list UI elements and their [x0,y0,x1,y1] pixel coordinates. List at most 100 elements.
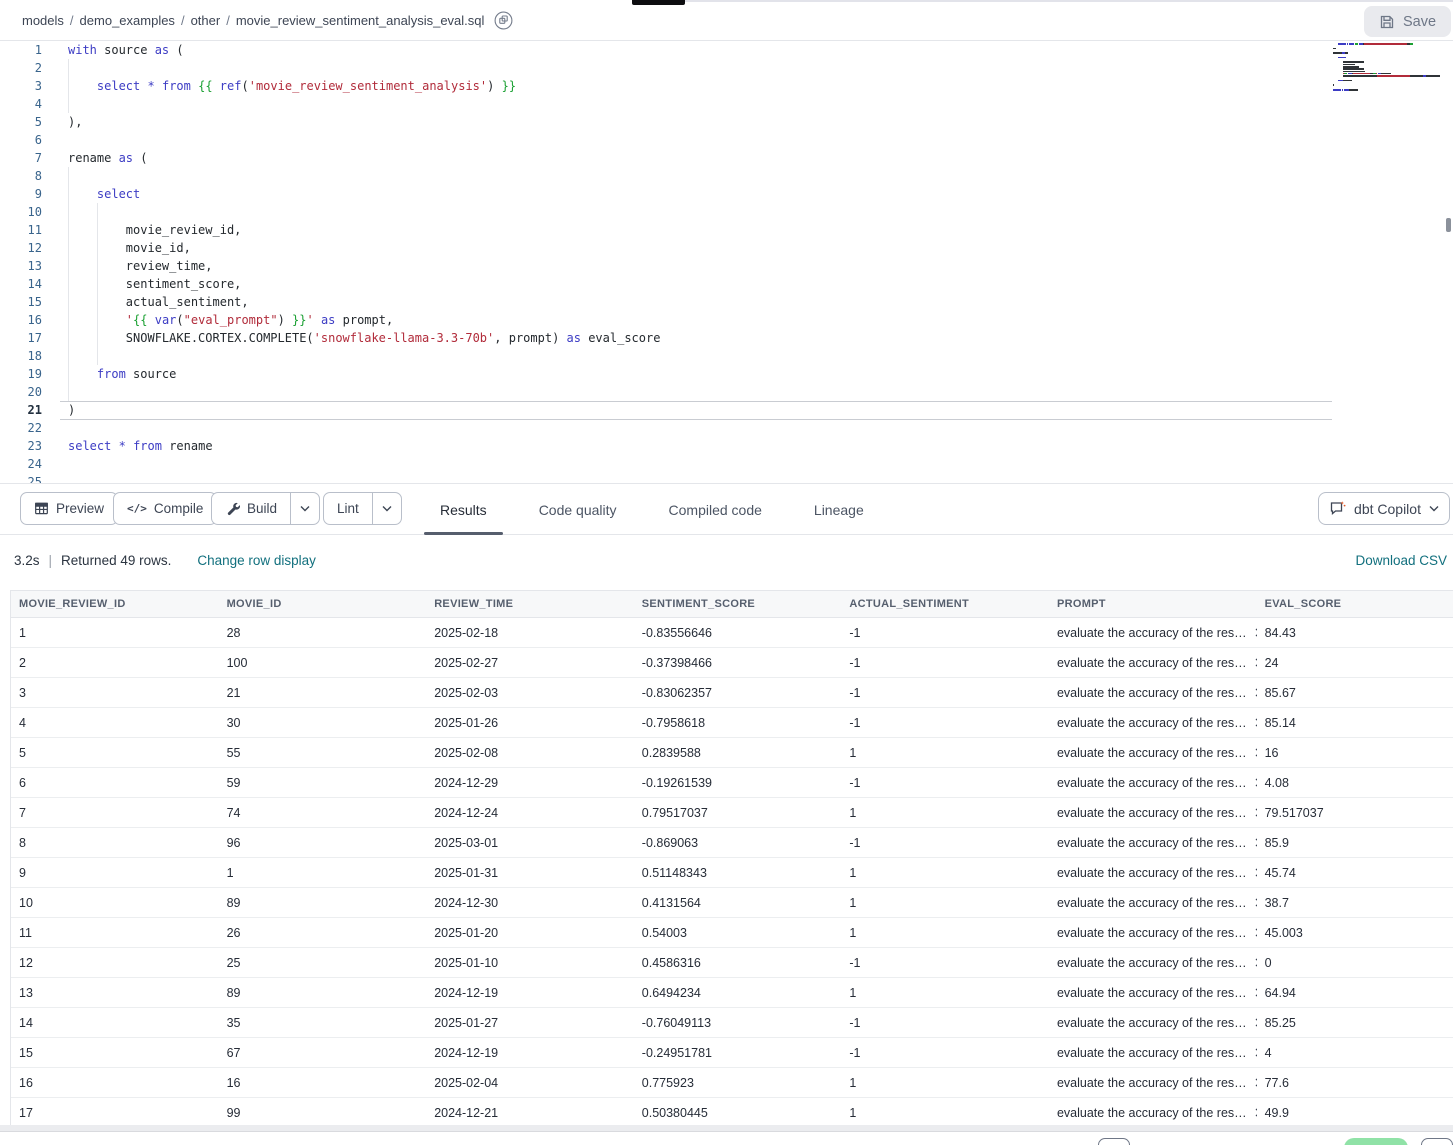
code-line[interactable]: 2 [0,59,1453,77]
code-line[interactable]: 5), [0,113,1453,131]
tab-code-quality[interactable]: Code quality [523,484,633,535]
compile-button[interactable]: </> Compile [113,492,217,525]
code-line[interactable]: 12 movie_id, [0,239,1453,257]
code-line[interactable]: 1with source as ( [0,41,1453,59]
tab-results-label: Results [440,502,487,518]
breadcrumb-item[interactable]: movie_review_sentiment_analysis_eval.sql [236,13,485,28]
table-row: 17992024-12-210.503804451evaluate the ac… [11,1098,1453,1125]
minimap-line [1333,73,1445,75]
breadcrumb-item[interactable]: models [22,13,64,28]
code-line[interactable]: 20 [0,383,1453,401]
prompt-cell: evaluate the accuracy of the res… [1049,888,1257,917]
minimap-line [1333,91,1445,93]
table-row: 7742024-12-240.795170371evaluate the acc… [11,798,1453,828]
code-line[interactable]: 15 actual_sentiment, [0,293,1453,311]
table-row: 6592024-12-29-0.19261539-1evaluate the a… [11,768,1453,798]
code-line[interactable]: 6 [0,131,1453,149]
table-cell: -0.24951781 [634,1038,842,1067]
bottom-right-button[interactable] [1421,1138,1453,1145]
code-line[interactable]: 10 [0,203,1453,221]
code-line[interactable]: 22 [0,419,1453,437]
results-tabs: Results Code quality Compiled code Linea… [424,484,900,535]
table-cell: 5 [11,738,219,767]
active-line-highlight [60,401,1332,420]
tab-lineage-label: Lineage [814,502,864,518]
table-cell: -0.7958618 [634,708,842,737]
prompt-cell: evaluate the accuracy of the res… [1049,618,1257,647]
table-cell: 13 [11,978,219,1007]
chevron-down-icon [300,505,310,512]
table-row: 8962025-03-01-0.869063-1evaluate the acc… [11,828,1453,858]
line-number: 21 [0,401,42,419]
prompt-text: evaluate the accuracy of the res… [1057,776,1247,790]
editor-scrollbar[interactable] [1446,218,1451,232]
preview-button[interactable]: Preview [20,492,118,525]
breadcrumb-item[interactable]: demo_examples [80,13,175,28]
code-line[interactable]: 19 from source [0,365,1453,383]
prompt-text: evaluate the accuracy of the res… [1057,836,1247,850]
table-cell: 10 [11,888,219,917]
table-cell: -1 [841,678,1049,707]
download-csv-link[interactable]: Download CSV [1355,535,1450,585]
line-number: 17 [0,329,42,347]
dbt-copilot-button[interactable]: dbt Copilot [1318,492,1450,525]
table-cell: 0.775923 [634,1068,842,1097]
panel-resize-handle[interactable] [0,1125,1453,1132]
breadcrumb-item[interactable]: other [191,13,221,28]
code-line-text: movie_review_id, [42,221,241,239]
code-line[interactable]: 8 [0,167,1453,185]
table-cell: 6 [11,768,219,797]
build-dropdown-toggle[interactable] [290,493,319,524]
rows-returned: Returned 49 rows. [61,553,171,568]
prompt-cell: evaluate the accuracy of the res… [1049,1068,1257,1097]
build-button[interactable]: Build [212,493,290,524]
tab-results[interactable]: Results [424,484,503,535]
table-row: 15672024-12-19-0.24951781-1evaluate the … [11,1038,1453,1068]
code-line[interactable]: 25 [0,473,1453,483]
code-line[interactable]: 4 [0,95,1453,113]
code-line[interactable]: 11 movie_review_id, [0,221,1453,239]
table-cell: 100 [219,648,427,677]
table-cell: 12 [11,948,219,977]
column-header-eval_score: EVAL_SCORE [1257,591,1453,617]
tab-compiled-code[interactable]: Compiled code [653,484,778,535]
code-line[interactable]: 18 [0,347,1453,365]
lint-dropdown-toggle[interactable] [372,493,401,524]
code-line[interactable]: 13 review_time, [0,257,1453,275]
line-number: 24 [0,455,42,473]
code-editor[interactable]: 1with source as (23 select * from {{ ref… [0,41,1453,483]
change-row-display-link[interactable]: Change row display [197,553,316,568]
table-cell: 2024-12-21 [426,1098,634,1125]
table-cell: -1 [841,828,1049,857]
table-row: 5552025-02-080.28395881evaluate the accu… [11,738,1453,768]
code-line[interactable]: 16 '{{ var("eval_prompt") }}' as prompt, [0,311,1453,329]
save-button[interactable]: Save [1364,6,1451,37]
line-number: 25 [0,473,42,483]
table-cell: 30 [219,708,427,737]
code-line[interactable]: 3 select * from {{ ref('movie_review_sen… [0,77,1453,95]
column-header-sentiment_score: SENTIMENT_SCORE [634,591,842,617]
preview-label: Preview [56,501,104,516]
code-line[interactable]: 24 [0,455,1453,473]
bottom-left-button[interactable] [1098,1138,1130,1145]
table-cell: 1 [841,978,1049,1007]
prompt-text: evaluate the accuracy of the res… [1057,956,1247,970]
code-line[interactable]: 9 select [0,185,1453,203]
code-line[interactable]: 7rename as ( [0,149,1453,167]
editor-minimap[interactable] [1333,41,1445,93]
table-body: 1282025-02-18-0.83556646-1evaluate the a… [11,618,1453,1125]
table-cell: 38.7 [1257,888,1453,917]
code-line-text [42,347,68,365]
table-cell: 0.4586316 [634,948,842,977]
table-cell: 1 [11,618,219,647]
compile-code-icon: </> [127,502,147,515]
tab-lineage[interactable]: Lineage [798,484,880,535]
line-number: 8 [0,167,42,185]
code-line[interactable]: 14 sentiment_score, [0,275,1453,293]
code-line[interactable]: 17 SNOWFLAKE.CORTEX.COMPLETE('snowflake-… [0,329,1453,347]
bottom-green-button[interactable] [1344,1138,1408,1145]
prompt-text: evaluate the accuracy of the res… [1057,896,1247,910]
copy-path-icon[interactable] [494,11,513,30]
lint-button[interactable]: Lint [324,493,372,524]
code-line[interactable]: 23select * from rename [0,437,1453,455]
